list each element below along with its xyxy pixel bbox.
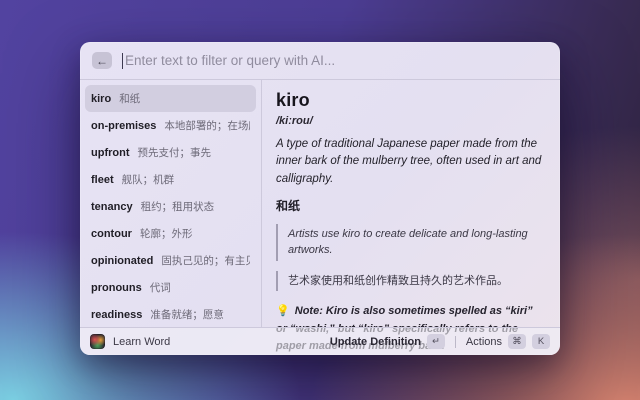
list-item-translation: 固执己见的；有主见的 [161,255,250,267]
list-item-on-premises[interactable]: on-premises 本地部署的；在场所内的 [85,112,256,139]
list-item-word: fleet [91,173,114,186]
list-item-translation: 和纸 [119,93,141,105]
list-item-upfront[interactable]: upfront 预先支付；事先 [85,139,256,166]
chinese-translation: 和纸 [276,198,301,213]
list-item-fleet[interactable]: fleet 舰队；机群 [85,166,256,193]
content-area: kiro 和纸 on-premises 本地部署的；在场所内的 upfront … [80,80,560,352]
list-item-word: readiness [91,308,143,321]
definition-text: A type of traditional Japanese paper mad… [276,138,542,185]
pronunciation: /kiːrou/ [276,115,313,127]
search-bar: ← Enter text to filter or query with AI.… [80,42,560,80]
back-arrow-icon: ← [96,53,108,68]
list-item-translation: 舰队；机群 [121,174,175,186]
list-item-word: tenancy [91,200,133,213]
list-item-kiro[interactable]: kiro 和纸 [85,85,256,112]
example-sentence-zh: 艺术家使用和纸创作精致且持久的艺术作品。 [276,270,546,292]
actions-button[interactable]: Actions [466,336,502,348]
update-definition-button[interactable]: Update Definition [330,336,421,348]
learn-word-window: ← Enter text to filter or query with AI.… [80,42,560,355]
list-item-translation: 租约；租用状态 [140,201,215,213]
word-title: kiro [276,90,310,110]
list-item-translation: 准备就绪；愿意 [150,309,224,321]
list-item-word: opinionated [91,254,154,267]
lightbulb-icon: 💡 [276,305,290,318]
list-item-translation: 代词 [149,282,171,294]
search-input[interactable]: Enter text to filter or query with AI... [125,53,335,68]
list-item-translation: 轮廓；外形 [139,228,193,240]
list-item-translation: 预先支付；事先 [137,147,211,159]
k-key-icon: K [532,334,550,349]
app-name: Learn Word [113,335,171,348]
list-item-pronouns[interactable]: pronouns 代词 [85,274,256,301]
list-item-opinionated[interactable]: opinionated 固执己见的；有主见的 [85,247,256,274]
list-item-readiness[interactable]: readiness 准备就绪；愿意 [85,301,256,328]
word-list: kiro 和纸 on-premises 本地部署的；在场所内的 upfront … [80,80,262,327]
list-item-translation: 本地部署的；在场所内的 [164,120,250,132]
list-item-word: upfront [91,146,130,159]
app-logo-icon [90,334,105,349]
action-bar: Learn Word Update Definition ↵ Actions ⌘… [80,327,560,355]
word-detail-panel: kiro /kiːrou/ A type of traditional Japa… [262,80,560,352]
text-caret [122,52,123,69]
return-key-icon: ↵ [426,334,445,349]
example-sentence-en: Artists use kiro to create delicate and … [276,223,546,261]
back-button[interactable]: ← [92,52,112,69]
list-item-tenancy[interactable]: tenancy 租约；租用状态 [85,193,256,220]
list-item-contour[interactable]: contour 轮廓；外形 [85,220,256,247]
footer-divider [454,335,456,348]
list-item-word: on-premises [91,119,157,132]
list-item-word: kiro [91,92,112,105]
list-item-word: contour [91,227,132,240]
list-item-word: pronouns [91,281,142,294]
command-key-icon: ⌘ [508,334,526,349]
